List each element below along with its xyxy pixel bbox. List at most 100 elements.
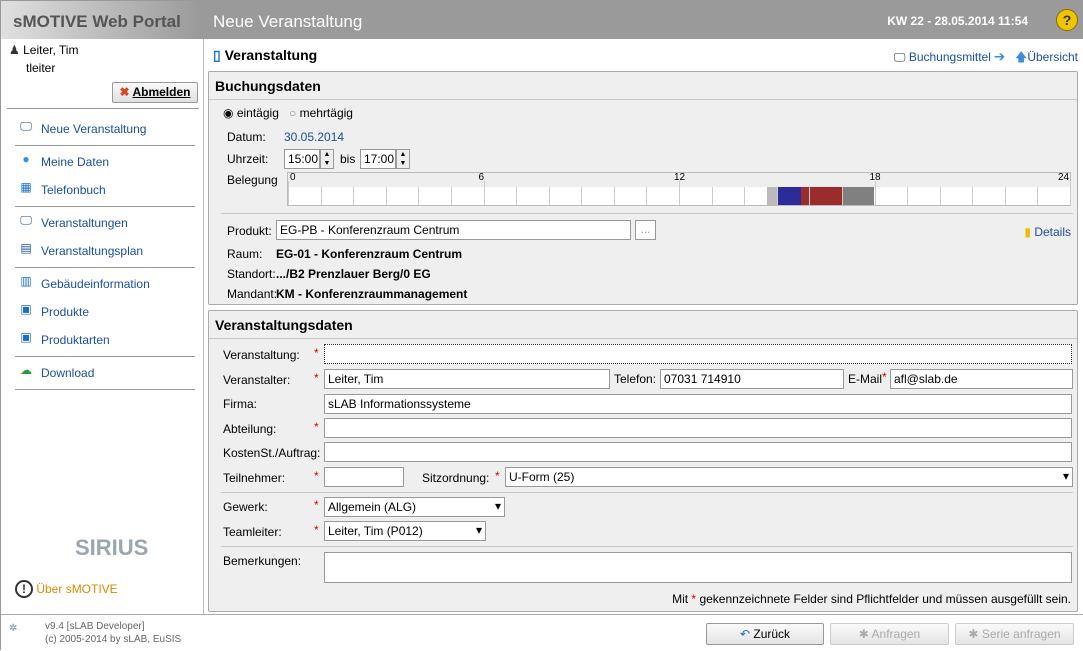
timeline-tick <box>841 187 843 205</box>
telefon-label: Telefon: <box>614 372 657 386</box>
divider <box>15 356 195 357</box>
divider <box>221 546 1073 547</box>
user-name: Leiter, Tim <box>23 43 79 57</box>
sidebar-item-produkte[interactable]: ▣ Produkte <box>15 300 195 324</box>
required-marker: * <box>314 498 319 512</box>
timeline-tick <box>548 187 550 205</box>
sidebar-item-neue-veranstaltung[interactable]: 🖵 Neue Veranstaltung <box>15 117 195 141</box>
veranstaltung-input[interactable] <box>324 344 1072 364</box>
teamleiter-label: Teamleiter: <box>223 525 282 539</box>
timeline-tick <box>450 187 452 205</box>
details-link[interactable]: ▮ Details <box>1024 225 1071 239</box>
time-to-input[interactable]: 17:00 <box>360 149 396 169</box>
occupancy-segment <box>801 187 842 205</box>
sidebar-item-veranstaltungsplan[interactable]: ▤ Veranstaltungsplan <box>15 239 195 263</box>
timeline-tick <box>939 187 941 205</box>
divider <box>15 206 195 207</box>
sidebar-item-telefonbuch[interactable]: ▦ Telefonbuch <box>15 178 195 202</box>
produkt-browse-button[interactable]: ... <box>635 220 656 240</box>
produkt-label: Produkt: <box>227 224 272 238</box>
timeline-tick <box>1037 187 1039 205</box>
standort-value: .../B2 Prenzlauer Berg/0 EG <box>276 267 431 281</box>
sidebar-item-meine-daten[interactable]: ● Meine Daten <box>15 150 195 174</box>
logout-button[interactable]: ✖ Abmelden <box>112 82 198 103</box>
back-button[interactable]: ↶ Zurück <box>706 623 824 645</box>
buchungsmittel-link[interactable]: 🖵 Buchungsmittel ➔ <box>894 50 1005 64</box>
date-week: KW 22 - 28.05.2014 11:54 <box>887 14 1028 28</box>
copyright: (c) 2005-2014 by sLAB, EuSIS <box>45 634 182 645</box>
undo-icon: ↶ <box>739 627 751 641</box>
kosten-label: KostenSt./Auftrag: <box>223 446 321 460</box>
product-types-icon: ▣ <box>20 330 32 344</box>
timeline-tick <box>320 187 322 205</box>
mandant-label: Mandant: <box>227 287 278 301</box>
info-icon: ! <box>15 580 33 598</box>
timeline-tick-label: 18 <box>869 172 881 183</box>
produkt-input[interactable]: EG-PB - Konferenzraum Centrum <box>276 220 631 240</box>
veranstalter-label: Veranstalter: <box>223 373 291 387</box>
sidebar-item-produktarten[interactable]: ▣ Produktarten <box>15 328 195 352</box>
time-to-stepper[interactable]: ▲ ▼ <box>396 149 410 169</box>
sitzordnung-select[interactable]: U-Form (25) <box>505 467 1073 487</box>
sidebar-item-download[interactable]: ☁ Download <box>15 361 195 385</box>
uebersicht-link[interactable]: 🡅Übersicht <box>1015 50 1078 64</box>
required-marker: * <box>314 469 319 483</box>
timeline-tick <box>646 187 648 205</box>
building-icon: ▥ <box>20 274 32 288</box>
email-label: E-Mail <box>848 372 883 386</box>
timeline-tick <box>744 187 746 205</box>
datum-label: Datum: <box>227 130 266 144</box>
gewerk-select[interactable]: Allgemein (ALG) <box>324 497 505 517</box>
datum-value[interactable]: 30.05.2014 <box>284 130 344 144</box>
radio-mehrtaegig[interactable]: ○ mehrtägig <box>289 106 353 120</box>
timeline-tick <box>1070 181 1071 205</box>
timeline-tick <box>288 181 289 205</box>
request-button[interactable]: ✱ Anfragen <box>830 623 949 645</box>
raum-value: EG-01 - Konferenzraum Centrum <box>276 247 463 261</box>
firma-input[interactable]: sLAB Informationssysteme <box>324 394 1072 414</box>
series-request-button[interactable]: ✱ Serie anfragen <box>955 623 1074 645</box>
required-marker: * <box>314 523 319 537</box>
radio-eintaegig[interactable]: ◉ eintägig <box>223 106 279 120</box>
radio-unchecked-icon: ○ <box>289 106 297 120</box>
help-icon[interactable]: ? <box>1056 9 1078 31</box>
divider <box>221 213 1073 214</box>
time-from-input[interactable]: 15:00 <box>284 149 320 169</box>
time-from-stepper[interactable]: ▲ ▼ <box>320 149 334 169</box>
divider <box>15 389 195 390</box>
belegung-label: Belegung <box>227 173 278 187</box>
abteilung-input[interactable] <box>324 418 1072 438</box>
user-icon: ♟ <box>9 43 20 57</box>
timeline-tick-label: 6 <box>478 172 485 183</box>
teamleiter-select[interactable]: Leiter, Tim (P012) <box>324 521 486 541</box>
abteilung-label: Abteilung: <box>223 422 277 436</box>
veranstalter-input[interactable]: Leiter, Tim <box>324 369 610 389</box>
sidebar-item-gebaeudeinformation[interactable]: ▥ Gebäudeinformation <box>15 272 195 296</box>
timeline-tick <box>581 187 583 205</box>
request-icon: ✱ <box>858 627 869 641</box>
timeline-tick <box>874 181 876 205</box>
email-input[interactable]: afl@slab.de <box>890 369 1073 389</box>
radio-checked-icon: ◉ <box>223 106 234 120</box>
download-icon: ☁ <box>20 363 32 377</box>
kosten-input[interactable] <box>324 442 1072 462</box>
sidebar: ♟ Leiter, Tim tleiter ✖ Abmelden 🖵 Neue Ve… <box>1 39 204 614</box>
section-title: Veranstaltungsdaten <box>209 311 1077 339</box>
buchungsdaten-panel: Buchungsdaten ◉ eintägig ○ mehrtägig Dat… <box>208 71 1078 305</box>
telefon-input[interactable]: 07031 714910 <box>660 369 844 389</box>
arrow-right-icon: ➔ <box>994 50 1005 64</box>
timeline-tick <box>907 187 909 205</box>
divider <box>15 145 195 146</box>
teilnehmer-input[interactable] <box>324 467 404 487</box>
user-icon: ● <box>22 152 30 166</box>
sidebar-item-veranstaltungen[interactable]: 🖵 Veranstaltungen <box>15 211 195 235</box>
bemerkungen-textarea[interactable] <box>324 552 1072 583</box>
timeline-tick <box>809 187 811 205</box>
clipboard-icon: ▯ <box>213 47 221 63</box>
page-title: Veranstaltung <box>224 47 318 63</box>
header: sMOTIVE Web Portal Neue Veranstaltung KW… <box>1 1 1083 39</box>
about-link[interactable]: ! Über sMOTIVE <box>15 580 118 598</box>
section-title: Buchungsdaten <box>209 72 1077 100</box>
series-icon: ✱ <box>968 627 979 641</box>
occupancy-timeline: 0 6 12 18 24 <box>287 172 1071 206</box>
